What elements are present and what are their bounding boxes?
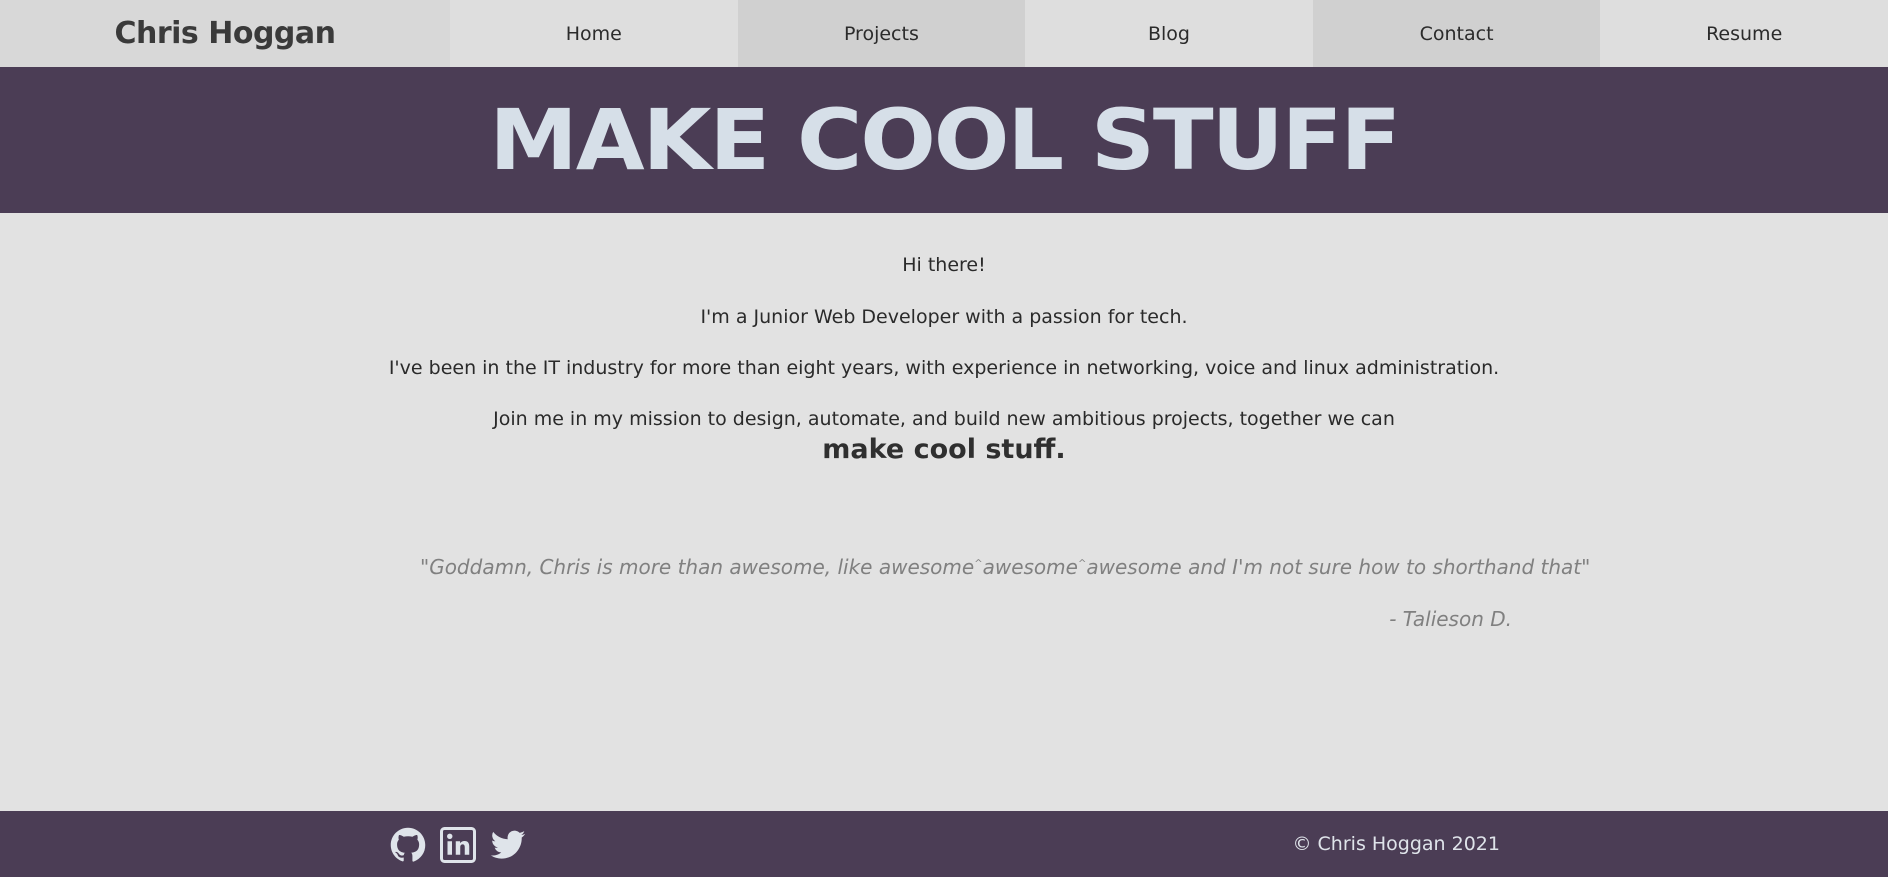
nav-resume[interactable]: Resume [1600, 0, 1888, 67]
intro-text: I'm a Junior Web Developer with a passio… [700, 306, 1188, 328]
social-links [390, 827, 526, 863]
experience-text: I've been in the IT industry for more th… [388, 357, 1500, 379]
top-navigation: Chris Hoggan Home Projects Blog Contact … [0, 0, 1888, 67]
twitter-icon[interactable] [490, 827, 526, 863]
greeting-text: Hi there! [902, 254, 986, 276]
quote-part-3: awesome and I'm not sure how to shorthan… [1086, 555, 1591, 579]
quote-part-1: "Goddamn, Chris is more than awesome, li… [420, 555, 975, 579]
tagline-text: make cool stuff. [822, 434, 1066, 465]
quote-part-2: awesome [982, 555, 1078, 579]
testimonial-quote: "Goddamn, Chris is more than awesome, li… [420, 555, 1590, 579]
footer: © Chris Hoggan 2021 [0, 811, 1888, 877]
mission-text: Join me in my mission to design, automat… [493, 408, 1395, 430]
brand-logo[interactable]: Chris Hoggan [0, 0, 450, 67]
github-icon[interactable] [390, 827, 426, 863]
nav-blog[interactable]: Blog [1025, 0, 1313, 67]
quote-caret-1: ^ [974, 558, 983, 570]
hero-title: MAKE COOL STUFF [489, 91, 1401, 189]
copyright-text: © Chris Hoggan 2021 [1292, 833, 1501, 855]
quote-author: - Talieson D. [1389, 607, 1512, 631]
linkedin-icon[interactable] [440, 827, 476, 863]
nav-contact[interactable]: Contact [1312, 0, 1601, 67]
brand-name[interactable]: Chris Hoggan [114, 16, 336, 51]
hero-banner: MAKE COOL STUFF [0, 67, 1888, 213]
nav-home[interactable]: Home [450, 0, 738, 67]
nav-projects[interactable]: Projects [737, 0, 1026, 67]
